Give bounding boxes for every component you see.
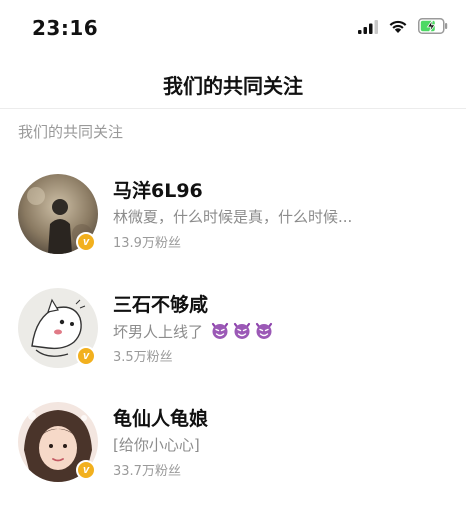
user-list-item[interactable]: v 龟仙人龟娘 [给你小心心] 33.7万粉丝 [0, 402, 466, 514]
user-description: [给你小心心] [113, 436, 200, 454]
user-description: 坏男人上线了 [113, 320, 274, 344]
page-title: 我们的共同关注 [163, 74, 303, 98]
devil-emoji-icon [210, 320, 230, 344]
signal-icon [358, 19, 378, 38]
verified-badge-icon: v [76, 232, 96, 252]
user-description: 林微夏，什么时候是真，什么时候... [113, 208, 353, 226]
user-fans-count: 33.7万粉丝 [113, 464, 181, 479]
verified-badge-icon: v [76, 346, 96, 366]
devil-emoji-icon [232, 320, 252, 344]
devil-emoji-icon [254, 320, 274, 344]
status-icons [358, 18, 448, 38]
user-fans-count: 13.9万粉丝 [113, 236, 181, 251]
wifi-icon [388, 19, 408, 38]
user-name[interactable]: 龟仙人龟娘 [113, 404, 208, 431]
status-time: 23:16 [32, 16, 99, 40]
status-bar: 23:16 [0, 0, 466, 56]
user-description-text: 坏男人上线了 [113, 323, 204, 341]
section-header: 我们的共同关注 [18, 123, 124, 141]
user-fans-count: 3.5万粉丝 [113, 350, 173, 365]
verified-badge-icon: v [76, 460, 96, 480]
battery-charging-icon [418, 18, 448, 38]
user-list-item[interactable]: v 马洋6L96 林微夏，什么时候是真，什么时候... 13.9万粉丝 [0, 174, 466, 286]
user-name[interactable]: 马洋6L96 [113, 176, 203, 203]
user-name[interactable]: 三石不够咸 [113, 290, 208, 317]
user-list-item[interactable]: v 三石不够咸 坏男人上线了 3.5万粉丝 [0, 288, 466, 400]
nav-bar: 我们的共同关注 [0, 56, 466, 109]
